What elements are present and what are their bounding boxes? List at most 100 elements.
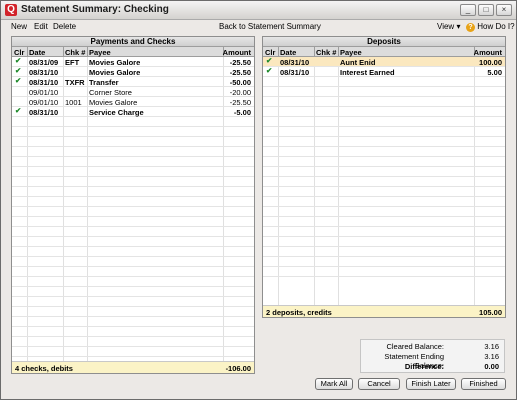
empty-row — [12, 177, 254, 187]
check-icon[interactable]: ✔ — [266, 56, 272, 65]
row-chk: TXFR — [65, 78, 85, 87]
back-to-statement-summary-link[interactable]: Back to Statement Summary — [219, 22, 321, 31]
empty-row — [263, 87, 505, 97]
ending-balance-value: 3.16 — [484, 352, 499, 361]
check-icon[interactable]: ✔ — [15, 66, 21, 75]
cleared-balance-value: 3.16 — [484, 342, 499, 351]
difference-value: 0.00 — [484, 362, 499, 371]
column-chk[interactable]: Chk # — [65, 48, 85, 57]
close-button[interactable]: × — [496, 4, 512, 16]
empty-row — [12, 237, 254, 247]
table-row[interactable]: ✔ 08/31/10 Interest Earned 5.00 — [263, 66, 505, 77]
column-date[interactable]: Date — [280, 48, 296, 57]
how-do-i-button[interactable]: ? How Do I? — [466, 22, 515, 32]
row-date: 08/31/09 — [29, 58, 59, 67]
row-amount: -5.00 — [233, 108, 251, 117]
table-row[interactable]: ✔ 08/31/09 EFT Movies Galore -25.50 — [12, 56, 254, 67]
row-amount: 100.00 — [479, 58, 502, 67]
empty-row — [263, 207, 505, 217]
empty-row — [263, 137, 505, 147]
mark-all-button[interactable]: Mark All — [315, 378, 353, 390]
menu-edit[interactable]: Edit — [34, 22, 48, 31]
row-payee: Movies Galore — [89, 68, 141, 77]
finished-button[interactable]: Finished — [461, 378, 506, 390]
empty-row — [12, 117, 254, 127]
menu-delete[interactable]: Delete — [53, 22, 76, 31]
empty-row — [263, 117, 505, 127]
payments-count: 4 checks, debits — [15, 364, 73, 373]
empty-row — [12, 217, 254, 227]
payments-panel: Payments and Checks Clr Date Chk # Payee… — [11, 36, 255, 374]
check-icon[interactable]: ✔ — [266, 66, 272, 75]
finish-later-button[interactable]: Finish Later — [406, 378, 456, 390]
deposits-count: 2 deposits, credits — [266, 308, 332, 317]
row-date: 08/31/10 — [29, 108, 59, 117]
deposits-total: 105.00 — [479, 308, 502, 317]
deposits-list: ✔ 08/31/10 Aunt Enid 100.00 ✔ 08/31/10 I… — [263, 56, 505, 77]
empty-row — [12, 157, 254, 167]
check-icon[interactable]: ✔ — [15, 106, 21, 115]
check-icon[interactable]: ✔ — [15, 76, 21, 85]
view-menu[interactable]: View ▾ — [437, 22, 460, 31]
row-payee: Interest Earned — [340, 68, 395, 77]
empty-row — [12, 317, 254, 327]
menu-new[interactable]: New — [11, 22, 27, 31]
check-icon[interactable]: ✔ — [15, 56, 21, 65]
row-payee: Transfer — [89, 78, 119, 87]
menu-bar: New Edit Delete Back to Statement Summar… — [1, 20, 516, 34]
empty-row — [263, 247, 505, 257]
row-amount: 5.00 — [487, 68, 502, 77]
empty-row — [263, 227, 505, 237]
row-date: 08/31/10 — [29, 78, 59, 87]
column-amount[interactable]: Amount — [474, 48, 502, 57]
payments-panel-title: Payments and Checks — [12, 37, 254, 47]
balances-summary: Cleared Balance: 3.16 Statement Ending B… — [360, 339, 505, 373]
row-payee: Aunt Enid — [340, 58, 376, 67]
title-bar[interactable]: Q Statement Summary: Checking _ □ × — [1, 1, 516, 20]
row-date: 09/01/10 — [29, 98, 59, 107]
help-icon: ? — [466, 23, 475, 32]
how-do-i-label: How Do I? — [477, 22, 515, 31]
payments-list: ✔ 08/31/09 EFT Movies Galore -25.50 ✔ 08… — [12, 56, 254, 117]
empty-row — [263, 97, 505, 107]
deposits-panel-title: Deposits — [263, 37, 505, 47]
column-payee[interactable]: Payee — [89, 48, 111, 57]
empty-row — [263, 157, 505, 167]
empty-row — [12, 197, 254, 207]
row-date: 08/31/10 — [29, 68, 59, 77]
empty-row — [263, 107, 505, 117]
empty-row — [263, 167, 505, 177]
deposits-panel: Deposits Clr Date Chk # Payee Amount ✔ 0… — [262, 36, 506, 318]
minimize-button[interactable]: _ — [460, 4, 476, 16]
table-row[interactable]: 09/01/10 Corner Store -20.00 — [12, 87, 254, 97]
table-row[interactable]: ✔ 08/31/10 Movies Galore -25.50 — [12, 66, 254, 77]
empty-row — [263, 267, 505, 277]
column-chk[interactable]: Chk # — [316, 48, 336, 57]
column-amount[interactable]: Amount — [223, 48, 251, 57]
cleared-balance-row: Cleared Balance: 3.16 — [361, 341, 504, 351]
empty-row — [263, 217, 505, 227]
empty-row — [12, 187, 254, 197]
maximize-button[interactable]: □ — [478, 4, 494, 16]
empty-row — [263, 177, 505, 187]
difference-row: Difference: 0.00 — [361, 361, 504, 371]
column-payee[interactable]: Payee — [340, 48, 362, 57]
empty-row — [12, 167, 254, 177]
difference-label: Difference: — [404, 362, 444, 371]
table-row[interactable]: 09/01/10 1001 Movies Galore -25.50 — [12, 97, 254, 107]
empty-row — [12, 307, 254, 317]
column-date[interactable]: Date — [29, 48, 45, 57]
table-row[interactable]: ✔ 08/31/10 TXFR Transfer -50.00 — [12, 76, 254, 87]
table-row[interactable]: ✔ 08/31/10 Service Charge -5.00 — [12, 106, 254, 117]
empty-row — [12, 347, 254, 357]
table-row[interactable]: ✔ 08/31/10 Aunt Enid 100.00 — [263, 56, 505, 67]
payments-total: -106.00 — [225, 364, 251, 373]
row-payee: Service Charge — [89, 108, 144, 117]
row-date: 09/01/10 — [29, 88, 59, 97]
empty-row — [12, 337, 254, 347]
empty-rows — [263, 77, 505, 277]
empty-row — [263, 197, 505, 207]
row-amount: -25.50 — [229, 58, 251, 67]
cancel-button[interactable]: Cancel — [358, 378, 400, 390]
empty-row — [12, 137, 254, 147]
